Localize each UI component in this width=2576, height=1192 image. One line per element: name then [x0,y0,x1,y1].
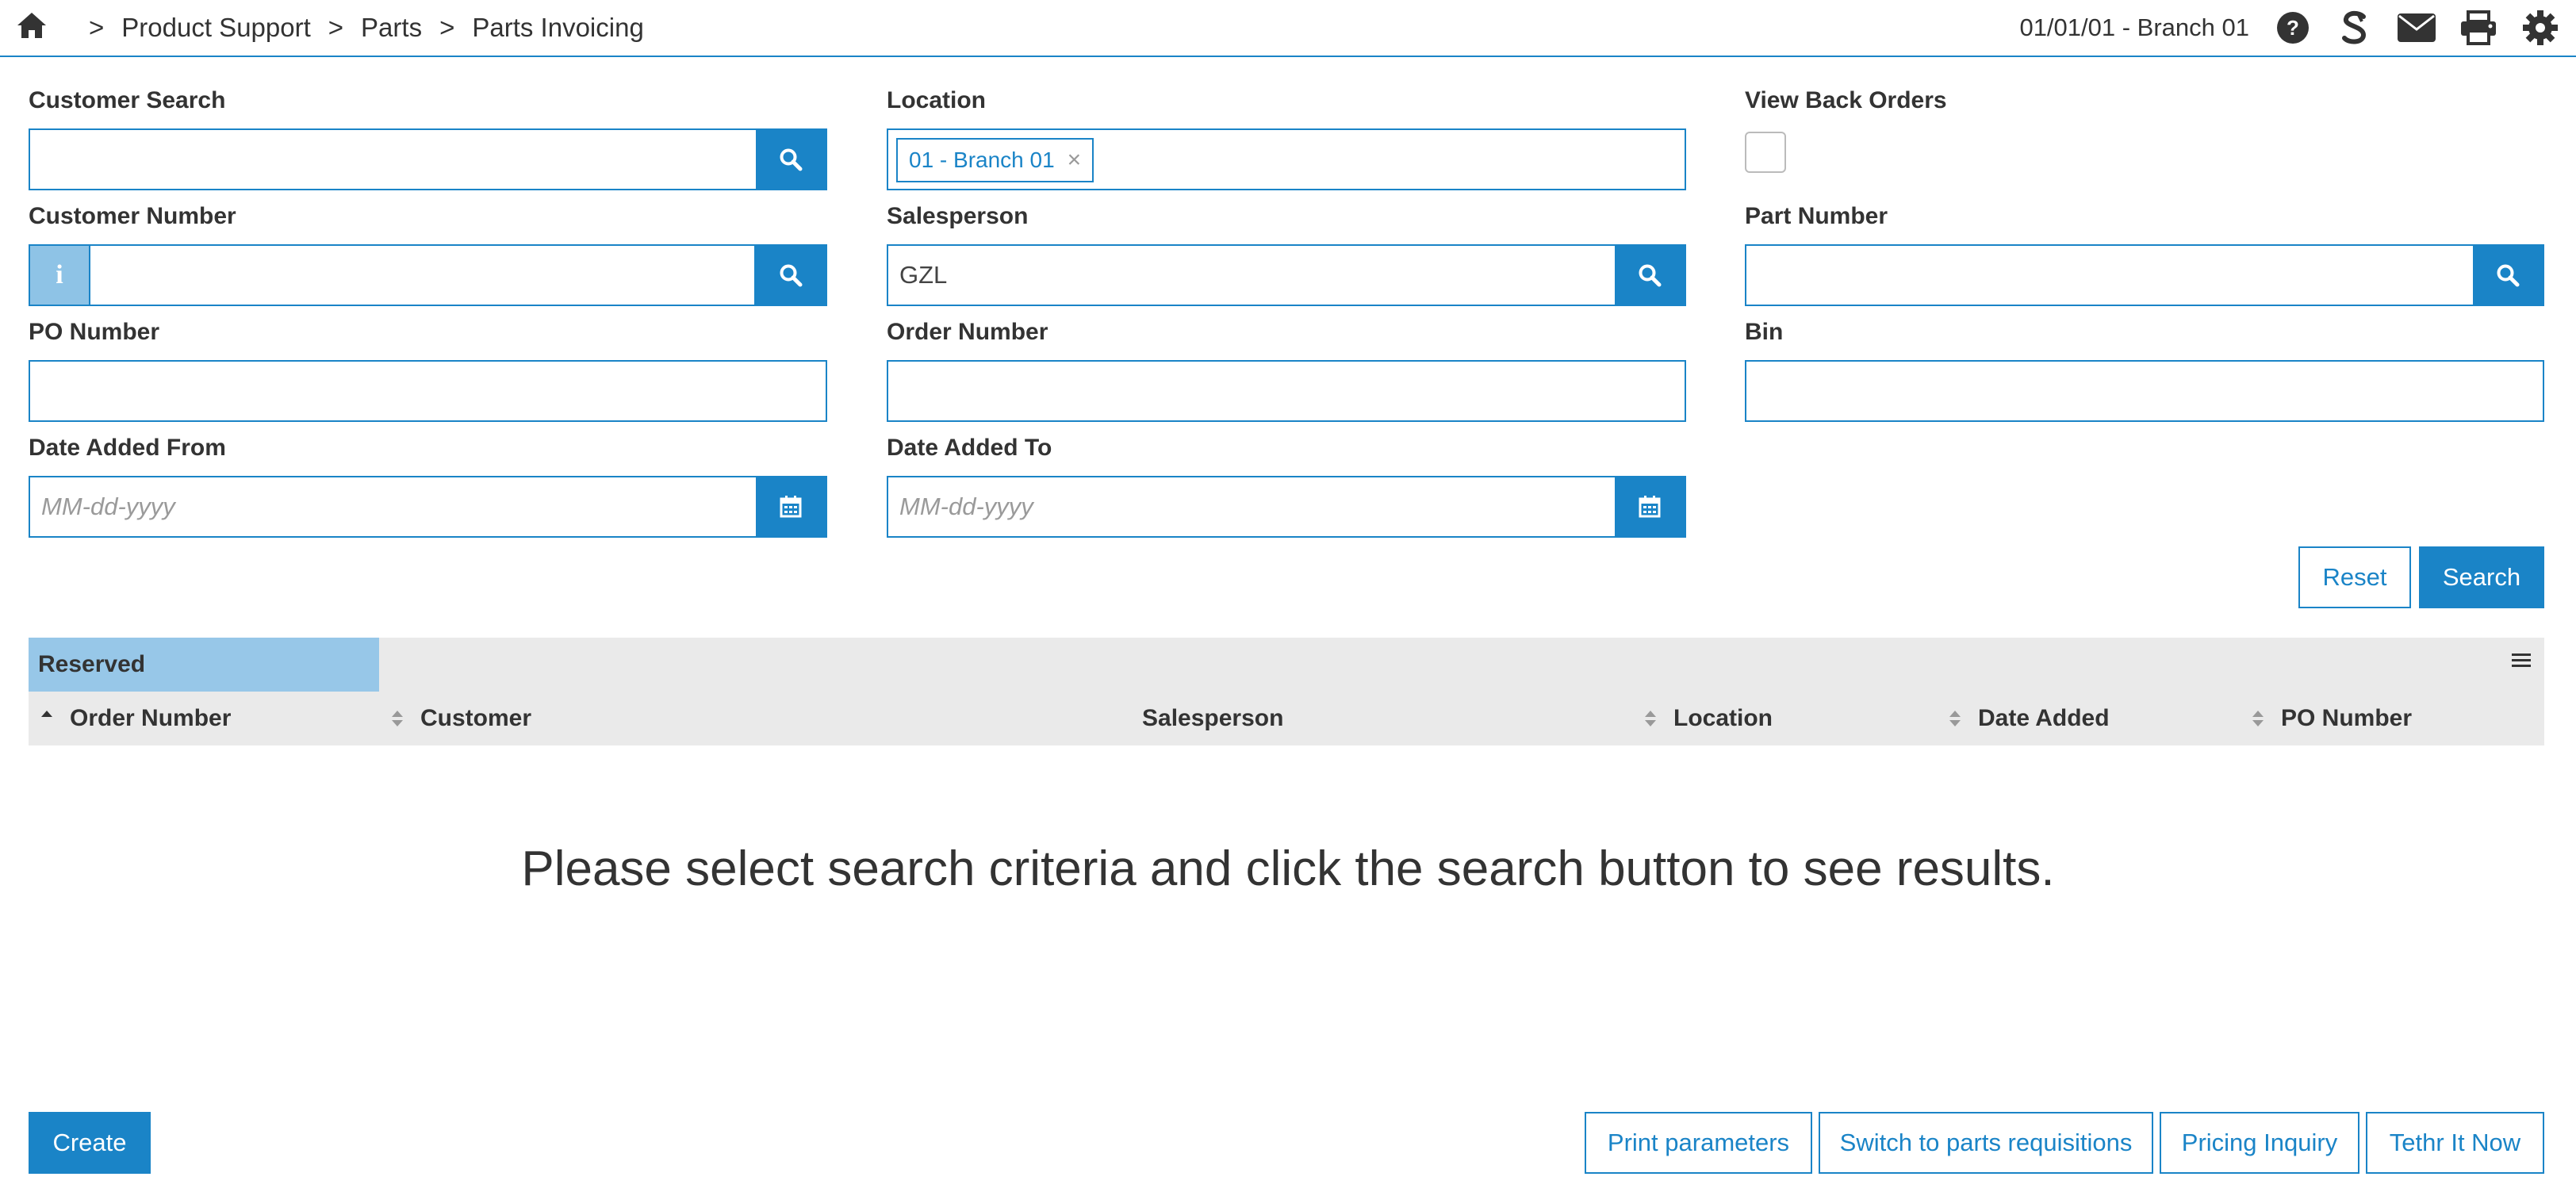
breadcrumb-separator: > [89,13,105,42]
customer-number-input[interactable] [89,244,756,306]
order-number-input[interactable] [888,362,1685,420]
gear-icon[interactable] [2520,8,2560,48]
sort-icon [1948,707,1962,730]
empty-results-message: Please select search criteria and click … [521,841,2055,896]
location-label: Location [887,87,986,113]
calendar-icon [780,496,802,518]
date-added-to-field: MM-dd-yyyy [887,476,1686,538]
salesperson-input[interactable]: GZL [888,246,1615,305]
column-label: Salesperson [1142,705,1284,731]
top-bar: > Product Support > Parts > Parts Invoic… [0,0,2576,57]
breadcrumb-product-support[interactable]: Product Support [121,13,310,43]
salesperson-field: GZL [887,244,1686,306]
header-actions: 01/01/01 - Branch 01 ? [2019,0,2576,56]
view-back-orders-label: View Back Orders [1745,87,1947,113]
search-button[interactable]: Search [2419,546,2544,608]
search-icon [780,148,803,171]
grid-menu-icon[interactable] [2509,649,2533,673]
s-logo-icon[interactable] [2335,8,2375,48]
part-number-input[interactable] [1746,246,2473,305]
breadcrumb-parts[interactable]: Parts [361,13,422,43]
column-header-order-number[interactable]: Order Number [40,692,231,745]
column-label: Location [1673,705,1773,731]
breadcrumb: > Product Support > Parts > Parts Invoic… [89,0,644,56]
tab-reserved[interactable]: Reserved [29,638,379,692]
part-number-label: Part Number [1745,203,1888,229]
help-icon[interactable]: ? [2273,8,2313,48]
switch-to-parts-requisitions-button[interactable]: Switch to parts requisitions [1819,1112,2153,1174]
po-number-field [29,360,827,422]
date-added-from-calendar-button[interactable] [756,477,826,536]
po-number-label: PO Number [29,319,160,345]
date-added-to-label: Date Added To [887,435,1052,461]
results-grid-header: Reserved Order Number Customer Salespers… [29,638,2544,745]
column-label: PO Number [2281,705,2413,731]
reset-button[interactable]: Reset [2298,546,2411,608]
svg-text:?: ? [2287,16,2299,40]
column-header-customer[interactable]: Customer [390,692,531,745]
date-added-to-calendar-button[interactable] [1615,477,1685,536]
customer-search-button[interactable] [756,130,826,189]
pricing-inquiry-button[interactable]: Pricing Inquiry [2160,1112,2359,1174]
salesperson-label: Salesperson [887,203,1029,229]
breadcrumb-parts-invoicing: Parts Invoicing [472,13,644,42]
bin-label: Bin [1745,319,1784,345]
tag-remove-icon[interactable]: × [1068,147,1082,174]
po-number-input[interactable] [30,362,826,420]
customer-search-field [29,128,827,190]
sort-icon [2251,707,2265,730]
customer-number-label: Customer Number [29,203,236,229]
salesperson-search-button[interactable] [1615,246,1685,305]
create-button[interactable]: Create [29,1112,151,1174]
location-tag: 01 - Branch 01 × [896,138,1094,182]
customer-number-search-button[interactable] [756,246,826,305]
customer-search-input[interactable] [30,130,756,189]
bin-field [1745,360,2544,422]
part-number-field [1745,244,2544,306]
bin-input[interactable] [1746,362,2543,420]
location-field[interactable]: 01 - Branch 01 × [887,128,1686,190]
column-header-salesperson[interactable]: Salesperson [1142,692,1283,745]
breadcrumb-separator: > [439,13,455,42]
breadcrumb-separator: > [328,13,344,42]
sort-icon [390,707,404,730]
part-number-search-button[interactable] [2473,246,2543,305]
home-icon[interactable] [16,11,51,43]
column-header-po-number[interactable]: PO Number [2251,692,2412,745]
customer-number-field: i [29,244,827,306]
customer-search-label: Customer Search [29,87,226,113]
search-icon [780,264,803,287]
print-parameters-button[interactable]: Print parameters [1585,1112,1812,1174]
column-header-location[interactable]: Location [1643,692,1773,745]
date-branch-label: 01/01/01 - Branch 01 [2019,13,2249,41]
date-added-to-input[interactable]: MM-dd-yyyy [888,477,1615,536]
date-added-from-label: Date Added From [29,435,226,461]
info-icon: i [30,246,89,305]
envelope-icon[interactable] [2397,8,2436,48]
location-tag-label: 01 - Branch 01 [909,148,1055,172]
column-label: Order Number [70,705,232,731]
order-number-label: Order Number [887,319,1048,345]
calendar-icon [1639,496,1661,518]
column-label: Customer [420,705,532,731]
date-added-from-input[interactable]: MM-dd-yyyy [30,477,756,536]
date-added-from-field: MM-dd-yyyy [29,476,827,538]
column-header-date-added[interactable]: Date Added [1948,692,2110,745]
column-label: Date Added [1978,705,2110,731]
tethr-it-now-button[interactable]: Tethr It Now [2366,1112,2544,1174]
print-icon[interactable] [2459,8,2498,48]
order-number-field [887,360,1686,422]
search-icon [2497,264,2520,287]
view-back-orders-checkbox[interactable] [1745,132,1786,173]
sort-icon [1643,707,1658,730]
sort-ascending-icon [40,707,54,730]
search-icon [1639,264,1662,287]
